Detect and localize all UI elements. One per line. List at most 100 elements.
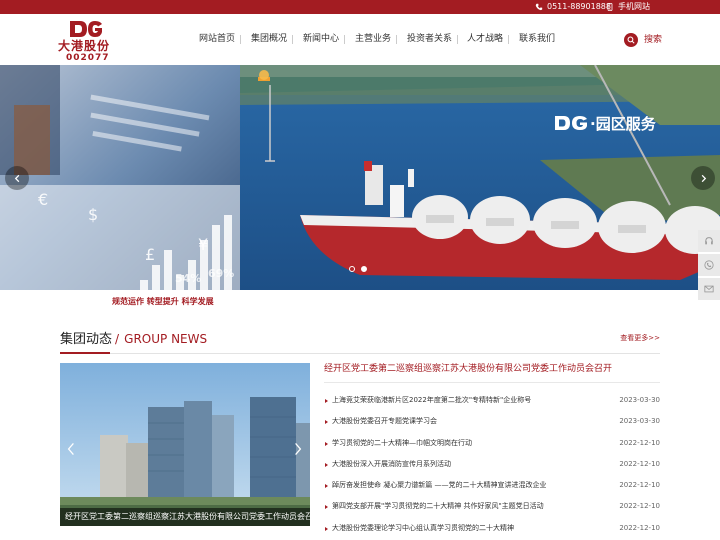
section-title-en: GROUP NEWS [124,332,208,346]
mobile-icon [606,3,614,11]
topbar-phone-number: 0511-88901888 [547,2,611,11]
chevron-left-icon [67,442,74,456]
nav-divider [396,35,397,44]
banner-finance-image: € $ £ ¥ 54% 69% [0,65,240,290]
news-item-date: 2022-12-10 [619,523,660,532]
news-item-date: 2022-12-10 [619,438,660,447]
group-news-header: 集团动态 / GROUP NEWS 查看更多>> [60,330,660,354]
bullet-icon [325,526,328,531]
side-phone-button[interactable] [698,254,720,278]
site-header: 大港股份 002077 网站首页 集团概况 新闻中心 主营业务 投资者关系 人才… [0,14,720,65]
logo-mark [70,21,102,37]
bullet-icon [325,505,328,510]
news-item-date: 2023-03-30 [619,396,660,404]
search-icon [624,33,638,47]
banner-caption-text: ·园区服务 [590,114,656,133]
banner-caption: ·园区服务 [554,112,656,134]
logo-stock-code: 002077 [66,53,110,63]
svg-text:€: € [38,190,48,209]
section-title-underline [60,352,110,354]
svg-text:£: £ [145,245,155,264]
banner-carousel: € $ £ ¥ 54% 69% ·园区服务 [0,65,720,290]
site-logo[interactable]: 大港股份 002077 [58,18,120,63]
topbar-mobile-site-link[interactable]: 手机网站 [606,1,650,13]
svg-text:¥: ¥ [198,235,208,254]
news-photo-prev-button[interactable] [64,437,78,461]
news-item-date: 2022-12-10 [619,502,660,511]
list-item[interactable]: 大港股份党委召开专题党课学习会 2023-03-30 [324,411,660,432]
logo-mark-white [555,116,587,130]
banner-dot-1[interactable] [349,266,355,272]
news-item-title: 上海竞艾荣获临港新片区2022年度第二批次"专精特新"企业称号 [332,396,532,404]
nav-item-home[interactable]: 网站首页 [199,33,235,45]
bullet-icon [325,462,328,467]
list-item[interactable]: 大港股份党委理论学习中心组认真学习贯彻党的二十大精神 2022-12-10 [324,518,660,539]
news-item-title: 大港股份党委理论学习中心组认真学习贯彻党的二十大精神 [332,523,514,532]
topbar-phone: 0511-88901888 [535,1,611,13]
news-item-date: 2022-12-10 [619,481,660,490]
section-title-cn: 集团动态 [60,332,113,347]
section-title: 集团动态 / GROUP NEWS [60,330,207,348]
list-item[interactable]: 踔厉奋发担使命 凝心聚力谱新篇 ——党的二十大精神宣讲进混改企业 2022-12… [324,475,660,496]
news-item-title: 学习贯彻党的二十大精神—巾帼文明岗在行动 [332,438,472,447]
news-item-title: 大港股份党委召开专题党课学习会 [332,417,437,426]
nav-divider [344,35,345,44]
banner-next-button[interactable] [691,166,715,190]
logo-company-name: 大港股份 [58,39,111,53]
nav-divider [508,35,509,44]
news-photo-caption: 经开区党工委第二巡察组巡察江苏大港股份有限公司党委工作动员会召开 [60,508,310,526]
banner-port-image [240,65,720,290]
side-float-toolbar [698,230,720,308]
nav-item-contact-us[interactable]: 联系我们 [519,33,555,45]
side-mail-button[interactable] [698,278,720,302]
topbar-mobile-site-label: 手机网站 [618,2,650,11]
news-item-title: 踔厉奋发担使命 凝心聚力谱新篇 ——党的二十大精神宣讲进混改企业 [332,481,547,490]
news-photo-carousel[interactable]: 经开区党工委第二巡察组巡察江苏大港股份有限公司党委工作动员会召开 [60,363,310,526]
search-button[interactable]: 搜索 [624,32,662,48]
banner-dot-2[interactable] [361,266,367,272]
bullet-icon [325,484,328,489]
bullet-icon [325,441,328,446]
news-list: 上海竞艾荣获临港新片区2022年度第二批次"专精特新"企业称号 2023-03-… [324,390,660,539]
list-item[interactable]: 第四党支部开展"学习贯彻党的二十大精神 共作好家风"主题党日活动 2022-12… [324,496,660,517]
view-more-link[interactable]: 查看更多>> [620,334,660,343]
nav-item-main-business[interactable]: 主营业务 [355,33,391,45]
list-item[interactable]: 学习贯彻党的二十大精神—巾帼文明岗在行动 2022-12-10 [324,433,660,454]
headset-icon [705,237,713,245]
nav-divider [457,35,458,44]
phone-icon [535,3,543,11]
headline-divider [324,382,660,383]
news-item-date: 2023-03-30 [619,417,660,426]
nav-divider [292,35,293,44]
bullet-icon [325,399,328,403]
chevron-right-icon [295,442,302,456]
nav-item-talent-strategy[interactable]: 人才战略 [467,33,503,45]
news-headline[interactable]: 经开区党工委第二巡察组巡察江苏大港股份有限公司党委工作动员会召开 [324,363,660,375]
news-item-title: 第四党支部开展"学习贯彻党的二十大精神 共作好家风"主题党日活动 [332,502,544,511]
svg-text:54%: 54% [175,272,201,285]
bullet-icon [325,420,328,425]
nav-item-group-overview[interactable]: 集团概况 [251,33,287,45]
nav-item-news-center[interactable]: 新闻中心 [303,33,339,45]
banner-pagination [349,266,367,274]
list-item[interactable]: 大港股份深入开展消防宣传月系列活动 2022-12-10 [324,454,660,475]
banner-prev-button[interactable] [5,166,29,190]
news-photo [60,363,310,526]
phone-icon [704,260,714,270]
svg-text:$: $ [88,205,98,224]
news-item-date: 2022-12-10 [619,459,660,468]
section-title-slash: / [115,332,120,346]
nav-divider [240,35,241,44]
nav-item-investor-relations[interactable]: 投资者关系 [407,33,452,45]
news-photo-next-button[interactable] [291,437,305,461]
chevron-left-icon [14,174,19,182]
chevron-right-icon [701,174,706,182]
banner-slogan: 规范运作 转型提升 科学发展 [112,297,214,306]
svg-text:69%: 69% [208,267,234,280]
news-item-title: 大港股份深入开展消防宣传月系列活动 [332,459,451,468]
list-item[interactable]: 上海竞艾荣获临港新片区2022年度第二批次"专精特新"企业称号 2023-03-… [324,390,660,411]
top-bar: 0511-88901888 手机网站 [0,0,720,14]
search-label: 搜索 [644,35,663,45]
mail-icon [704,285,714,293]
side-service-button[interactable] [698,230,720,254]
